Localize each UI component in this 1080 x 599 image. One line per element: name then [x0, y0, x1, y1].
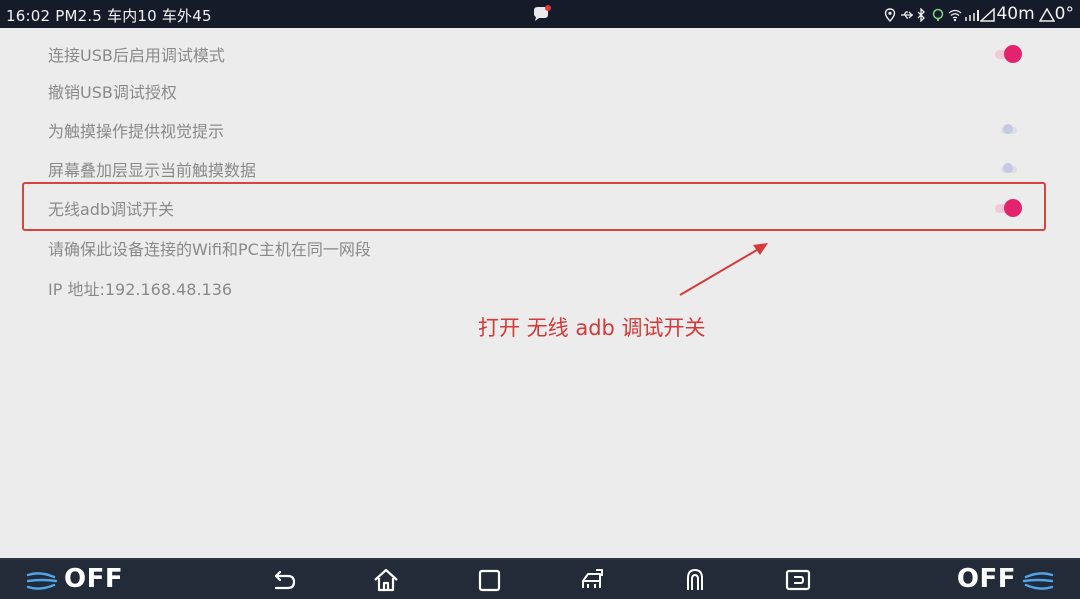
climate-left-control[interactable]: OFF: [26, 564, 123, 594]
home-icon: [374, 568, 398, 592]
setting-label: 屏幕叠加层显示当前触摸数据: [48, 161, 257, 180]
setting-row-show-touches[interactable]: 为触摸操作提供视觉提示: [0, 110, 1080, 150]
wifi-network-note: 请确保此设备连接的Wifi和PC主机在同一网段: [48, 240, 371, 259]
developer-settings-list: 连接USB后启用调试模式 撤销USB调试授权 为触摸操作提供视觉提示 屏幕叠加层…: [0, 28, 1080, 558]
highlight-box: [22, 182, 1046, 231]
annotation-text: 打开 无线 adb 调试开关: [478, 316, 706, 340]
location-icon: [884, 7, 896, 22]
media-button[interactable]: [783, 566, 813, 594]
setting-label: 撤销USB调试授权: [48, 83, 177, 102]
setting-label: 连接USB后启用调试模式: [48, 46, 225, 65]
status-bar: 16:02 PM2.5 车内10 车外45 40m 0°: [0, 0, 1080, 28]
setting-row-wifi-note: 请确保此设备连接的Wifi和PC主机在同一网段: [0, 228, 1080, 268]
status-info-text: 16:02 PM2.5 车内10 车外45: [6, 7, 212, 25]
recents-icon: [478, 569, 501, 592]
u-turn-icon: [687, 568, 703, 590]
fan-airflow-icon: [26, 572, 58, 590]
status-icons: 40m 0°: [884, 4, 1074, 24]
setting-row-revoke-usb-auth[interactable]: 撤销USB调试授权: [0, 71, 1080, 111]
fan-airflow-icon: [1022, 572, 1054, 590]
setting-row-usb-debugging[interactable]: 连接USB后启用调试模式: [0, 34, 1080, 74]
wifi-icon: [948, 7, 962, 22]
setting-label: 为触摸操作提供视觉提示: [48, 122, 225, 141]
usb-icon: [900, 7, 914, 21]
car-icon: [582, 569, 603, 588]
distance-text: 40m: [996, 4, 1035, 24]
toggle-thumb: [1003, 124, 1013, 134]
show-touches-toggle[interactable]: [1001, 124, 1017, 136]
back-icon: [274, 570, 296, 590]
temperature-warning-icon: [1038, 7, 1055, 22]
notification-app-icon[interactable]: [530, 4, 552, 24]
climate-left-label: OFF: [64, 564, 124, 594]
temperature-text: 0°: [1054, 4, 1074, 24]
climate-right-control[interactable]: OFF: [957, 564, 1054, 594]
recents-button[interactable]: [475, 566, 505, 594]
climate-right-label: OFF: [956, 564, 1016, 594]
navigation-icon: [932, 7, 944, 21]
media-icon: [785, 569, 811, 591]
setting-row-ip-address: IP 地址:192.168.48.136: [0, 268, 1080, 308]
toggle-thumb: [1004, 45, 1022, 63]
car-navigation-bar: OFF OFF: [0, 558, 1080, 599]
screen: 16:02 PM2.5 车内10 车外45 40m 0° 连接USB后启用调试模…: [0, 0, 1080, 599]
annotation-arrow-icon: [679, 243, 768, 296]
pointer-location-toggle[interactable]: [1001, 163, 1017, 175]
signal-strength-icon: [979, 7, 996, 22]
u-turn-button[interactable]: [680, 566, 710, 594]
toggle-thumb: [1003, 163, 1013, 173]
signal-bars-icon: [964, 7, 980, 21]
usb-debugging-toggle[interactable]: [993, 45, 1023, 63]
back-button[interactable]: [268, 566, 298, 594]
nav-bar-divider: [0, 558, 1080, 560]
car-button[interactable]: [578, 566, 608, 594]
ip-address-text: IP 地址:192.168.48.136: [48, 280, 233, 299]
bluetooth-icon: [916, 7, 928, 23]
home-button[interactable]: [371, 566, 401, 594]
